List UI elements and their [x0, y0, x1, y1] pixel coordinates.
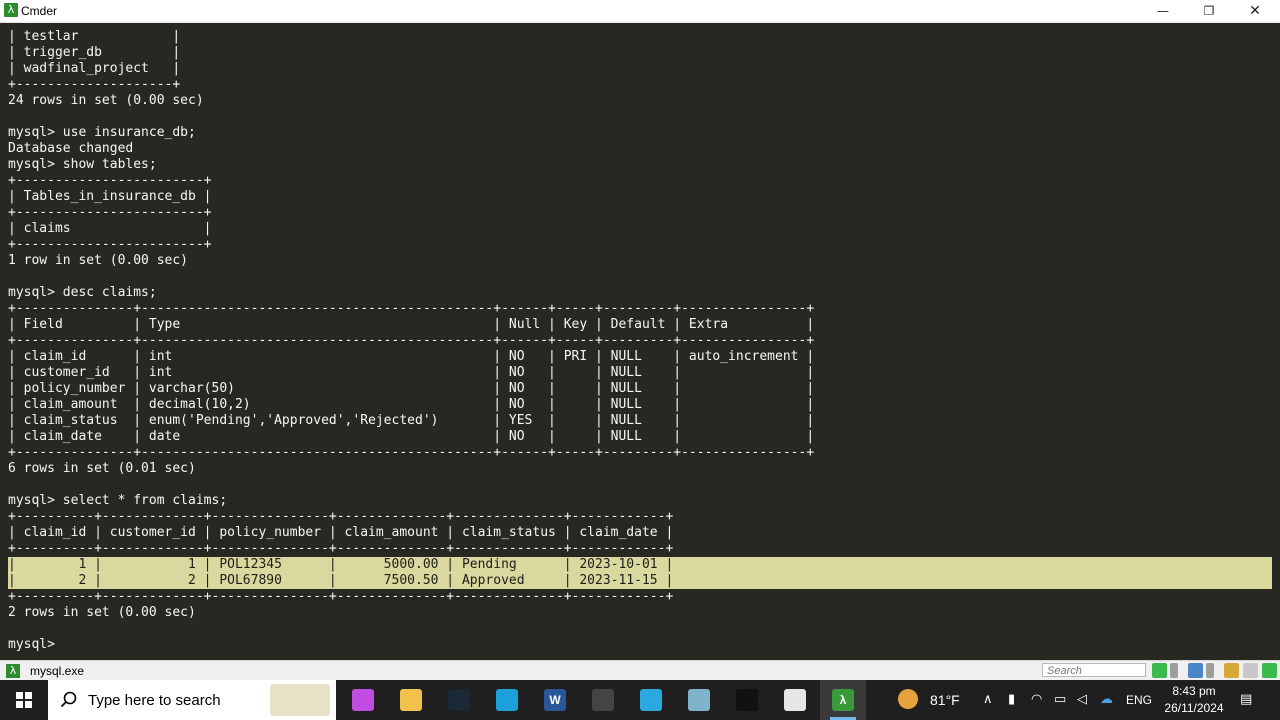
app-blue-icon — [640, 689, 662, 711]
search-placeholder: Type here to search — [88, 692, 221, 709]
search-icon — [60, 691, 77, 708]
taskbar-app-edge[interactable] — [484, 680, 530, 720]
terminal-line: | claim_id | customer_id | policy_number… — [8, 525, 674, 540]
terminal-line: | claim_status | enum('Pending','Approve… — [8, 413, 815, 428]
taskbar-app-steam[interactable] — [436, 680, 482, 720]
close-button[interactable]: ✕ — [1232, 0, 1278, 22]
terminal-icon — [736, 689, 758, 711]
usb-icon[interactable]: ▮ — [1008, 692, 1015, 707]
terminal-line: 6 rows in set (0.01 sec) — [8, 461, 196, 476]
terminal-line: +----------+-------------+--------------… — [8, 589, 674, 604]
terminal-line: | wadfinal_project | — [8, 61, 181, 76]
terminal-line: +--------------------+ — [8, 77, 181, 92]
terminal-line: | customer_id | int | NO | | NULL | | — [8, 365, 815, 380]
file-explorer-icon — [400, 689, 422, 711]
terminal-line: | 1 | 1 | POL12345 | 5000.00 | Pending |… — [8, 557, 674, 572]
menu-icon[interactable] — [1262, 663, 1277, 678]
terminal-line: mysql> show tables; — [8, 157, 157, 172]
window-titlebar: λ Cmder — ❐ ✕ — [0, 0, 1280, 23]
terminal-line: | claim_date | date | NO | | NULL | | — [8, 429, 815, 444]
store-icon — [784, 689, 806, 711]
taskbar-app-app-pen[interactable] — [676, 680, 722, 720]
wifi-icon[interactable]: ◠ — [1031, 692, 1042, 707]
terminal-line: +------------------------+ — [8, 173, 212, 188]
taskbar-app-terminal[interactable] — [724, 680, 770, 720]
terminal-line: | claim_id | int | NO | PRI | NULL | aut… — [8, 349, 815, 364]
terminal-line: +---------------+-----------------------… — [8, 445, 815, 460]
app-pen-icon — [688, 689, 710, 711]
terminal-view[interactable]: | testlar | | trigger_db | | wadfinal_pr… — [0, 23, 1280, 660]
chevron-up-icon[interactable]: ∧ — [983, 692, 993, 707]
maximize-button[interactable]: ❐ — [1186, 0, 1232, 22]
terminal-line: +---------------+-----------------------… — [8, 333, 815, 348]
taskbar-app-screen-recorder[interactable] — [580, 680, 626, 720]
notification-icon[interactable]: ▤ — [1240, 692, 1252, 707]
taskbar-app-file-explorer[interactable] — [388, 680, 434, 720]
input-language[interactable]: ENG — [1126, 693, 1152, 707]
clock-time: 8:43 pm — [1172, 684, 1216, 698]
taskbar-search-box[interactable]: Type here to search — [48, 680, 336, 720]
terminal-line: Database changed — [8, 141, 134, 156]
search-highlight-illustration-icon — [270, 684, 330, 716]
terminal-line: mysql> — [8, 637, 63, 652]
terminal-line: | claims | — [8, 221, 212, 236]
terminal-line: +---------------+-----------------------… — [8, 301, 815, 316]
taskbar-app-cmder[interactable]: λ — [820, 680, 866, 720]
terminal-line: 1 row in set (0.00 sec) — [8, 253, 189, 268]
steam-icon — [448, 689, 470, 711]
terminal-line: mysql> desc claims; — [8, 285, 157, 300]
clock-date: 26/11/2024 — [1164, 701, 1224, 715]
console-tab-label[interactable]: mysql.exe — [30, 664, 84, 678]
terminal-line: mysql> select * from claims; — [8, 493, 228, 508]
window-title: Cmder — [21, 4, 58, 18]
terminal-line: | testlar | — [8, 29, 181, 44]
dropdown-arrow-icon[interactable] — [1170, 663, 1178, 678]
edge-icon — [496, 689, 518, 711]
terminal-line: +------------------------+ — [8, 237, 212, 252]
layout-icon[interactable] — [1243, 663, 1258, 678]
taskbar-app-word[interactable]: W — [532, 680, 578, 720]
lock-icon[interactable] — [1224, 663, 1239, 678]
taskbar-app-copilot[interactable] — [340, 680, 386, 720]
onedrive-cloud-icon[interactable]: ☁ — [1100, 692, 1113, 707]
terminal-line: 24 rows in set (0.00 sec) — [8, 93, 204, 108]
terminal-line: | claim_amount | decimal(10,2) | NO | | … — [8, 397, 815, 412]
copilot-icon — [352, 689, 374, 711]
terminal-line: +----------+-------------+--------------… — [8, 541, 674, 556]
console-tab-icon[interactable]: λ — [6, 664, 20, 678]
windows-taskbar: Type here to search Wλ 81°F ∧ ▮ ◠ ▭ ◁ ☁ … — [0, 680, 1280, 720]
terminal-line: mysql> use insurance_db; — [8, 125, 196, 140]
start-button[interactable] — [0, 680, 48, 720]
dropdown-arrow-icon[interactable] — [1206, 663, 1214, 678]
battery-icon[interactable]: ▭ — [1054, 692, 1066, 707]
terminal-line: | 2 | 2 | POL67890 | 7500.50 | Approved … — [8, 573, 674, 588]
terminal-line: | trigger_db | — [8, 45, 181, 60]
windows-logo-icon — [16, 692, 32, 708]
cmder-app-icon: λ — [4, 3, 18, 17]
clock[interactable]: 8:43 pm 26/11/2024 — [1158, 683, 1230, 717]
word-icon: W — [544, 689, 566, 711]
terminal-line: | policy_number | varchar(50) | NO | | N… — [8, 381, 815, 396]
taskbar-app-app-blue[interactable] — [628, 680, 674, 720]
terminal-line: | Tables_in_insurance_db | — [8, 189, 212, 204]
speaker-icon[interactable]: ◁ — [1077, 692, 1087, 707]
weather-icon[interactable] — [898, 689, 918, 709]
statusbar-search-input[interactable]: Search — [1042, 663, 1146, 677]
cmder-icon: λ — [832, 689, 854, 711]
terminal-line: 2 rows in set (0.00 sec) — [8, 605, 196, 620]
weather-temperature[interactable]: 81°F — [930, 692, 960, 708]
terminal-line: | Field | Type | Null | Key | Default | … — [8, 317, 815, 332]
terminal-line: +----------+-------------+--------------… — [8, 509, 674, 524]
taskbar-app-store[interactable] — [772, 680, 818, 720]
cmder-statusbar: λ mysql.exe Search — [0, 660, 1280, 681]
terminal-line: +------------------------+ — [8, 205, 212, 220]
terminal-output: | testlar | | trigger_db | | wadfinal_pr… — [8, 29, 814, 653]
screen-recorder-icon — [592, 689, 614, 711]
minimize-button[interactable]: — — [1140, 0, 1186, 22]
new-console-icon[interactable] — [1152, 663, 1167, 678]
split-view-icon[interactable] — [1188, 663, 1203, 678]
